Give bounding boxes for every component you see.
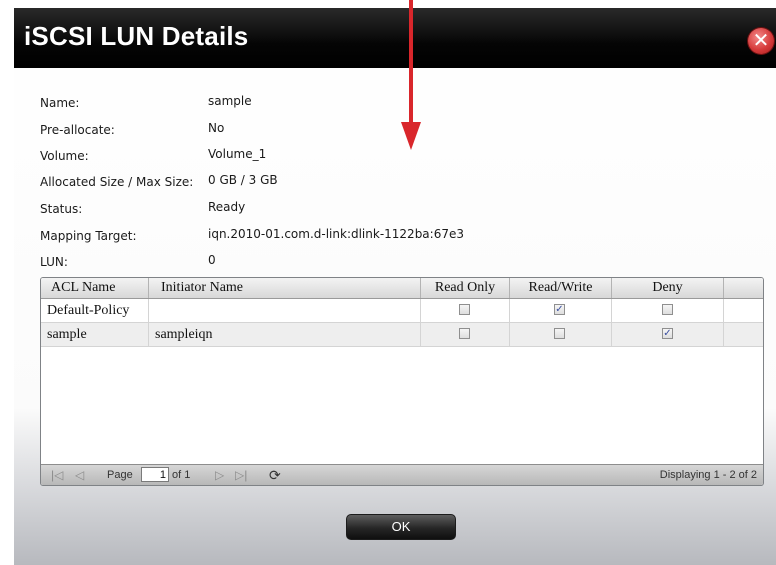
size-value: 0 GB / 3 GB <box>208 173 278 187</box>
last-page-icon[interactable]: ▷| <box>235 465 247 485</box>
read-only-checkbox[interactable] <box>459 328 470 339</box>
page-number-input[interactable]: 1 <box>141 467 169 482</box>
initiator-cell: sampleiqn <box>149 323 421 346</box>
mapping-target-value: iqn.2010-01.com.d-link:dlink-1122ba:67e3 <box>208 227 464 241</box>
pagination-toolbar: |◁ ◁ Page 1 of 1 ▷ ▷| ⟳ Displaying 1 - 2… <box>41 464 763 485</box>
col-acl-name[interactable]: ACL Name <box>41 278 149 298</box>
status-value: Ready <box>208 200 246 214</box>
col-read-only[interactable]: Read Only <box>421 278 510 298</box>
page-label: Page <box>107 469 133 481</box>
preallocate-value: No <box>208 121 225 135</box>
acl-name-cell: sample <box>41 323 149 346</box>
displaying-count: Displaying 1 - 2 of 2 <box>659 469 757 481</box>
read-write-checkbox[interactable]: ✓ <box>554 304 565 315</box>
next-page-icon[interactable]: ▷ <box>215 465 224 485</box>
status-label: Status: <box>40 202 83 216</box>
deny-cell: ✓ <box>612 323 724 346</box>
mapping-target-label: Mapping Target: <box>40 229 137 243</box>
annotation-arrow-head <box>401 122 421 150</box>
read-only-checkbox[interactable] <box>459 304 470 315</box>
read-only-cell <box>421 299 510 322</box>
name-value: sample <box>208 94 252 108</box>
dialog-title: iSCSI LUN Details <box>24 21 249 51</box>
volume-value: Volume_1 <box>208 147 267 161</box>
col-read-write[interactable]: Read/Write <box>510 278 612 298</box>
read-only-cell <box>421 323 510 346</box>
read-write-cell: ✓ <box>510 299 612 322</box>
iscsi-lun-details-dialog: iSCSI LUN Details ✕ Name: sample Pre-all… <box>14 8 776 565</box>
table-row[interactable]: sample sampleiqn ✓ <box>41 323 763 347</box>
lun-label: LUN: <box>40 255 68 269</box>
deny-cell <box>612 299 724 322</box>
col-initiator-name[interactable]: Initiator Name <box>149 278 421 298</box>
refresh-icon[interactable]: ⟳ <box>269 465 281 485</box>
table-row[interactable]: Default-Policy ✓ <box>41 299 763 323</box>
lun-value: 0 <box>208 253 216 267</box>
volume-label: Volume: <box>40 149 89 163</box>
annotation-arrow-shaft <box>409 0 413 126</box>
acl-name-cell: Default-Policy <box>41 299 149 322</box>
acl-grid: ACL Name Initiator Name Read Only Read/W… <box>40 277 764 486</box>
acl-grid-header: ACL Name Initiator Name Read Only Read/W… <box>41 278 763 299</box>
initiator-cell <box>149 299 421 322</box>
name-label: Name: <box>40 96 80 110</box>
size-label: Allocated Size / Max Size: <box>40 175 194 189</box>
preallocate-label: Pre-allocate: <box>40 123 115 137</box>
read-write-cell <box>510 323 612 346</box>
ok-button[interactable]: OK <box>346 514 456 540</box>
first-page-icon[interactable]: |◁ <box>51 465 63 485</box>
read-write-checkbox[interactable] <box>554 328 565 339</box>
title-bar: iSCSI LUN Details ✕ <box>14 8 776 68</box>
prev-page-icon[interactable]: ◁ <box>75 465 84 485</box>
deny-checkbox[interactable]: ✓ <box>662 328 673 339</box>
deny-checkbox[interactable] <box>662 304 673 315</box>
col-deny[interactable]: Deny <box>612 278 724 298</box>
close-icon[interactable]: ✕ <box>748 28 774 54</box>
page-of-label: of 1 <box>172 469 191 481</box>
